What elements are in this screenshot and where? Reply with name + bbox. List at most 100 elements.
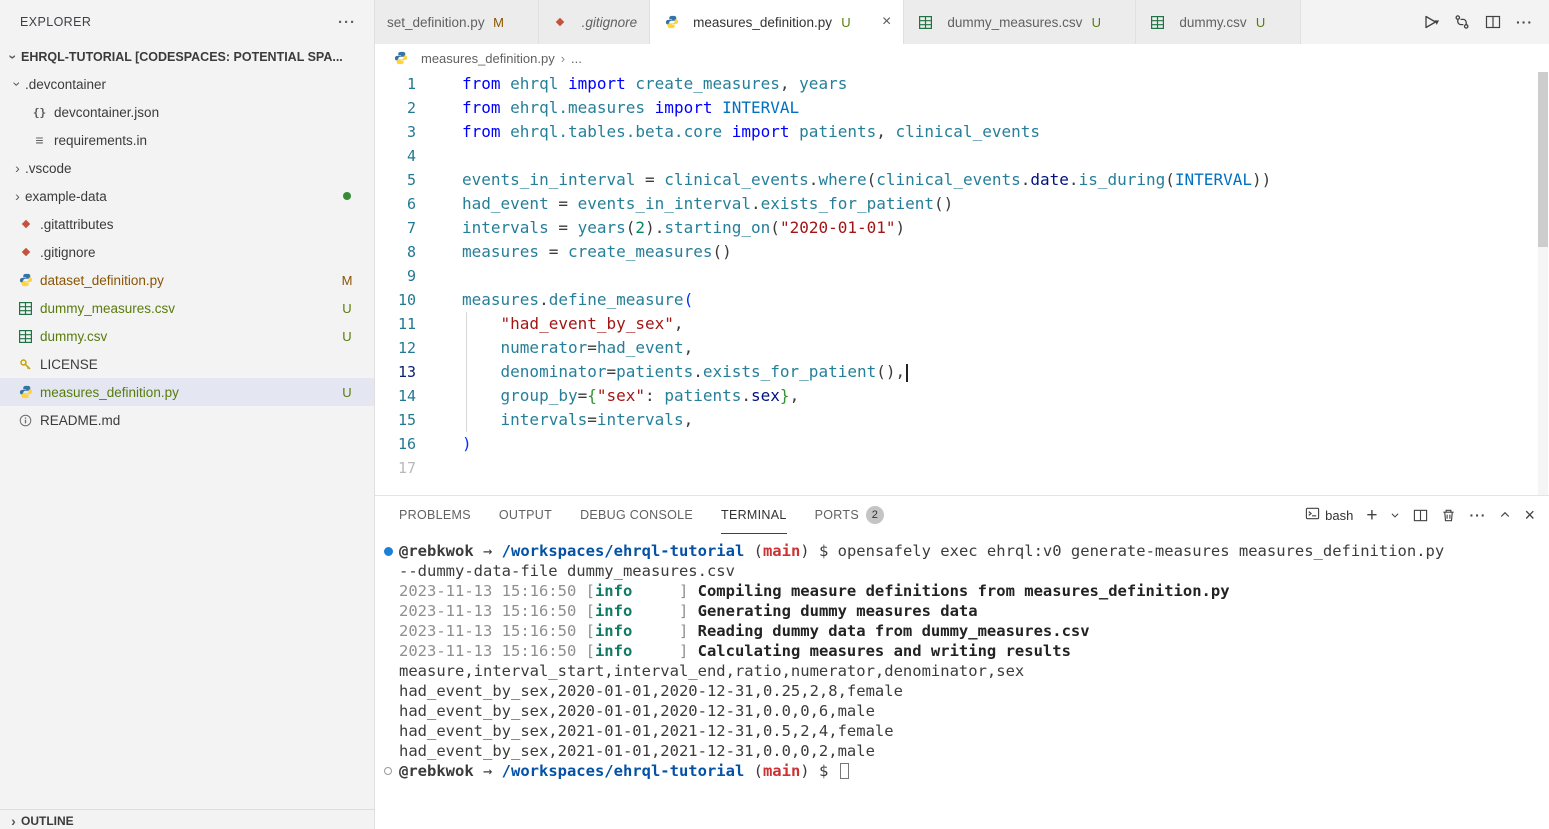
git-status-badge: M <box>340 273 354 288</box>
shell-selector[interactable]: bash <box>1305 506 1353 524</box>
maximize-panel-icon[interactable] <box>1499 509 1511 521</box>
terminal-line: had_event_by_sex,2020-01-01,2020-12-31,0… <box>375 681 1549 701</box>
tab-label: measures_definition.py <box>693 15 832 30</box>
run-python-file-button[interactable]: ▾ <box>1422 14 1439 30</box>
tree-item-gitignore[interactable]: .gitignore <box>0 238 374 266</box>
tab-measures-definition-py[interactable]: measures_definition.pyU× <box>650 0 904 44</box>
terminal[interactable]: @rebkwok → /workspaces/ehrql-tutorial (m… <box>375 534 1549 829</box>
git-icon <box>551 14 570 30</box>
bash-icon <box>1305 506 1320 524</box>
explorer-more-actions-icon[interactable]: ··· <box>338 14 356 31</box>
sidebar-explorer: EXPLORER ··· › EHRQL-TUTORIAL [CODESPACE… <box>0 0 375 829</box>
terminal-cursor <box>840 763 849 779</box>
tab-dummy-measures-csv[interactable]: dummy_measures.csvU <box>904 0 1136 44</box>
tree-item-devcontainer[interactable]: ›.devcontainer <box>0 70 374 98</box>
split-editor-icon[interactable] <box>1485 14 1501 30</box>
terminal-line: @rebkwok → /workspaces/ehrql-tutorial (m… <box>375 761 1549 781</box>
file-label: .gitignore <box>40 245 374 260</box>
line-number: 9 <box>375 264 433 288</box>
tab-dummy-csv[interactable]: dummy.csvU <box>1136 0 1300 44</box>
scrollbar-slider[interactable] <box>1538 72 1548 247</box>
more-actions-icon[interactable]: ··· <box>1469 507 1486 523</box>
tree-item-dummy-csv[interactable]: dummy.csvU <box>0 322 374 350</box>
terminal-line: 2023-11-13 15:16:50 [info ] Reading dumm… <box>375 621 1549 641</box>
breadcrumb-symbol[interactable]: ... <box>571 51 582 66</box>
code-line-4: 4 <box>375 144 1549 168</box>
git-icon <box>16 244 35 260</box>
outline-label: OUTLINE <box>21 814 74 828</box>
code-line-12: 12 numerator=had_event, <box>375 336 1549 360</box>
info-icon <box>16 412 35 428</box>
breadcrumb-file[interactable]: measures_definition.py <box>421 51 555 66</box>
line-number: 8 <box>375 240 433 264</box>
tree-item-dataset-definition-py[interactable]: dataset_definition.pyM <box>0 266 374 294</box>
code-line-13: 13 denominator=patients.exists_for_patie… <box>375 360 1549 384</box>
terminal-line: had_event_by_sex,2021-01-01,2021-12-31,0… <box>375 721 1549 741</box>
file-label: dummy.csv <box>40 329 340 344</box>
code-line-3: 3from ehrql.tables.beta.core import pati… <box>375 120 1549 144</box>
code-editor[interactable]: 1from ehrql import create_measures, year… <box>375 72 1549 495</box>
git-status-badge: U <box>1254 15 1268 30</box>
code-line-15: 15 intervals=intervals, <box>375 408 1549 432</box>
table-icon <box>1148 14 1167 30</box>
table-icon <box>16 328 35 344</box>
close-panel-icon[interactable]: × <box>1524 506 1535 524</box>
panel-tab-ports[interactable]: PORTS2 <box>815 496 884 534</box>
terminal-line: 2023-11-13 15:16:50 [info ] Generating d… <box>375 601 1549 621</box>
tree-item-devcontainer-json[interactable]: {}devcontainer.json <box>0 98 374 126</box>
panel-tab-label: PORTS <box>815 508 859 522</box>
tree-item-readme-md[interactable]: README.md <box>0 406 374 434</box>
file-label: .vscode <box>25 161 374 176</box>
line-number: 16 <box>375 432 433 456</box>
file-label: dummy_measures.csv <box>40 301 340 316</box>
line-number: 11 <box>375 312 433 336</box>
panel-tab-label: DEBUG CONSOLE <box>580 508 693 522</box>
tree-item-measures-definition-py[interactable]: measures_definition.pyU <box>0 378 374 406</box>
code-line-16: 16) <box>375 432 1549 456</box>
line-number: 4 <box>375 144 433 168</box>
list-icon: ≡ <box>30 132 49 148</box>
code-line-1: 1from ehrql import create_measures, year… <box>375 72 1549 96</box>
line-number: 13 <box>375 360 433 384</box>
launch-profile-chevron-icon[interactable] <box>1390 510 1400 520</box>
command-decoration-icon[interactable] <box>384 547 393 556</box>
split-terminal-button[interactable] <box>1413 508 1428 523</box>
tree-item-gitattributes[interactable]: .gitattributes <box>0 210 374 238</box>
tab-set-definition-py[interactable]: set_definition.pyM <box>375 0 539 44</box>
project-root[interactable]: › EHRQL-TUTORIAL [CODESPACES: POTENTIAL … <box>0 44 374 70</box>
tree-item-dummy-measures-csv[interactable]: dummy_measures.csvU <box>0 294 374 322</box>
tree-item-vscode[interactable]: ›.vscode <box>0 154 374 182</box>
kill-terminal-button[interactable] <box>1441 508 1456 523</box>
git-icon <box>16 216 35 232</box>
panel-tab-output[interactable]: OUTPUT <box>499 496 552 534</box>
tab-label: dummy_measures.csv <box>947 15 1082 30</box>
json-icon: {} <box>30 104 49 120</box>
line-number: 14 <box>375 384 433 408</box>
project-root-label: EHRQL-TUTORIAL [CODESPACES: POTENTIAL SP… <box>21 50 343 64</box>
editor-scrollbar[interactable] <box>1538 72 1548 495</box>
tree-item-requirements-in[interactable]: ≡requirements.in <box>0 126 374 154</box>
line-number: 1 <box>375 72 433 96</box>
panel-tab-debug-console[interactable]: DEBUG CONSOLE <box>580 496 693 534</box>
more-actions-icon[interactable]: ··· <box>1516 14 1533 30</box>
python-icon <box>662 14 681 30</box>
chevron-down-icon: › <box>11 77 25 92</box>
table-icon <box>16 300 35 316</box>
python-icon <box>16 272 35 288</box>
panel-tab-terminal[interactable]: TERMINAL <box>721 496 787 534</box>
outline-section[interactable]: › OUTLINE <box>0 809 374 829</box>
tree-item-license[interactable]: LICENSE <box>0 350 374 378</box>
code-line-2: 2from ehrql.measures import INTERVAL <box>375 96 1549 120</box>
new-terminal-button[interactable]: + <box>1366 506 1377 525</box>
tab-gitignore[interactable]: .gitignore <box>539 0 651 44</box>
open-changes-icon[interactable] <box>1454 14 1470 30</box>
panel-tab-strip: PROBLEMS OUTPUT DEBUG CONSOLE TERMINAL PORTS… <box>399 496 884 534</box>
tree-item-example-data[interactable]: ›example-data <box>0 182 374 210</box>
terminal-line: --dummy-data-file dummy_measures.csv <box>375 561 1549 581</box>
close-tab-icon[interactable]: × <box>882 14 891 30</box>
file-label: dataset_definition.py <box>40 273 340 288</box>
prompt-decoration-icon[interactable] <box>384 767 392 775</box>
panel-tab-problems[interactable]: PROBLEMS <box>399 496 471 534</box>
changes-dot <box>343 192 351 200</box>
breadcrumb[interactable]: measures_definition.py › ... <box>375 44 1549 72</box>
